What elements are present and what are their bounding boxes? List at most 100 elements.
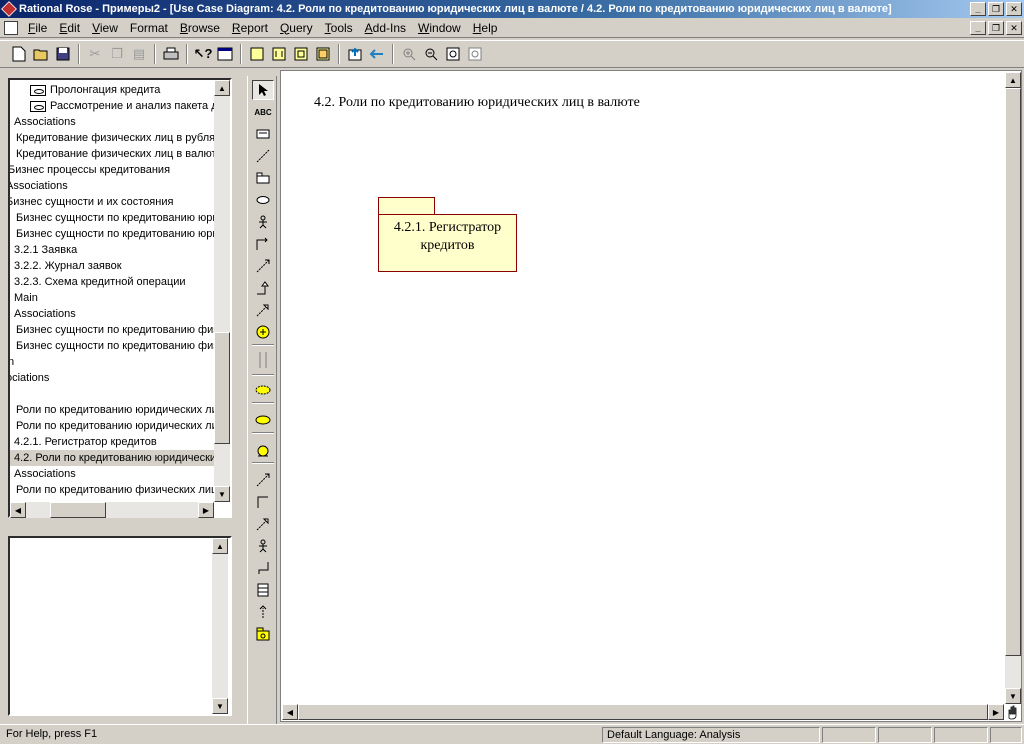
tree-item[interactable]: 4.2.1. Регистратор кредитов [14,434,157,450]
text-box-tool-icon[interactable]: ABC [252,102,274,122]
restore-button[interactable]: ❐ [988,2,1004,16]
flow-link-tool-icon[interactable] [252,558,274,578]
tree-item[interactable]: 3.2.3. Схема кредитной операции [14,274,186,290]
tree-horizontal-scrollbar[interactable]: ◀ ▶ [10,502,214,518]
menu-browse[interactable]: Browse [174,21,226,35]
business-use-case-realization-tool-icon[interactable] [252,380,274,400]
save-icon[interactable] [52,43,74,65]
undo-fit-icon[interactable] [464,43,486,65]
canvas-horizontal-scrollbar[interactable]: ◀ ▶ [282,704,1004,720]
note-tool-icon[interactable] [252,124,274,144]
cut-icon[interactable]: ✂ [84,43,106,65]
tree-item[interactable]: Роли по кредитованию физических лиц [16,482,217,498]
scroll-left-arrow-icon[interactable]: ◀ [10,502,26,518]
menu-report[interactable]: Report [226,21,274,35]
scroll-left-arrow-icon[interactable]: ◀ [282,704,298,720]
menu-file[interactable]: File [22,21,53,35]
print-icon[interactable] [160,43,182,65]
document-window-icon[interactable] [4,20,18,35]
menu-query[interactable]: Query [274,21,319,35]
dependency-tool-icon[interactable] [252,256,274,276]
package-element[interactable]: 4.2.1. Регистратор кредитов [378,214,517,272]
generalization-tool-icon[interactable] [252,278,274,298]
menu-tools[interactable]: Tools [319,21,359,35]
selection-tool-icon[interactable] [252,80,274,100]
fit-in-window-icon[interactable] [442,43,464,65]
context-help-icon[interactable]: ↖? [192,43,214,65]
tree-item[interactable]: Рассмотрение и анализ пакета д [30,98,218,114]
hand-pan-icon[interactable] [1005,704,1021,720]
view-doc-icon[interactable] [214,43,236,65]
menu-window[interactable]: Window [412,21,467,35]
package-tool-icon[interactable] [252,168,274,188]
close-button[interactable]: ✕ [1006,2,1022,16]
menu-add-ins[interactable]: Add-Ins [359,21,412,35]
canvas-vertical-scrollbar[interactable]: ▲ ▼ [1005,72,1021,704]
dotted-generalization-tool-icon[interactable] [252,514,274,534]
open-icon[interactable] [30,43,52,65]
class-tool-icon[interactable] [252,580,274,600]
use-case-tool-icon[interactable] [252,190,274,210]
business-dependency-tool-icon[interactable] [252,470,274,490]
tree-item[interactable]: Associations [14,466,76,482]
business-use-case-tool-icon[interactable] [252,410,274,430]
doc-vertical-scrollbar[interactable]: ▲ ▼ [212,538,228,714]
business-package-tool-icon[interactable] [252,624,274,644]
scroll-thumb[interactable] [50,502,106,518]
scroll-down-arrow-icon[interactable]: ▼ [212,698,228,714]
tree-item[interactable]: ociations [10,370,49,386]
tree-item[interactable]: n [10,354,14,370]
minimize-button[interactable]: _ [970,2,986,16]
swimlane-tool-icon[interactable] [252,350,274,370]
tree-item[interactable]: Бизнес процессы кредитования [10,162,170,178]
tree-item[interactable]: Кредитование физических лиц в валюте [16,146,223,162]
menu-help[interactable]: Help [467,21,504,35]
browser-tree[interactable]: Пролонгация кредита Рассмотрение и анализ… [8,78,232,518]
tree-item[interactable]: Роли по кредитованию юридических ли [16,402,218,418]
tree-item[interactable]: Бизнес сущности по кредитованию физ [16,322,218,338]
scroll-right-arrow-icon[interactable]: ▶ [988,704,1004,720]
copy-icon[interactable]: ❐ [106,43,128,65]
browse-parent-icon[interactable] [344,43,366,65]
doc-restore-button[interactable]: ❐ [988,21,1004,35]
tree-item[interactable]: 4.2. Роли по кредитованию юридически [10,450,216,466]
scroll-up-arrow-icon[interactable]: ▲ [212,538,228,554]
tree-item[interactable]: 3.2.1 Заявка [14,242,77,258]
tree-item[interactable]: Associations [14,306,76,322]
menu-view[interactable]: View [86,21,124,35]
scroll-right-arrow-icon[interactable]: ▶ [198,502,214,518]
tree-item[interactable]: Main [14,290,38,306]
browse-component-icon[interactable] [290,43,312,65]
diagram-title[interactable]: 4.2. Роли по кредитованию юридических ли… [314,95,640,111]
zoom-out-icon[interactable] [420,43,442,65]
tree-item[interactable]: Associations [14,114,76,130]
tree-item[interactable]: Пролонгация кредита [30,82,160,98]
paste-icon[interactable]: ▤ [128,43,150,65]
scroll-up-arrow-icon[interactable]: ▲ [214,80,230,96]
browse-deployment-icon[interactable] [312,43,334,65]
include-tool-icon[interactable] [252,602,274,622]
scroll-down-arrow-icon[interactable]: ▼ [1005,688,1021,704]
scroll-thumb[interactable] [298,704,988,720]
tree-item[interactable]: 3.2.2. Журнал заявок [14,258,122,274]
browse-class-icon[interactable] [246,43,268,65]
scroll-up-arrow-icon[interactable]: ▲ [1005,72,1021,88]
new-icon[interactable] [8,43,30,65]
documentation-pane[interactable] [8,536,232,716]
scroll-down-arrow-icon[interactable]: ▼ [214,486,230,502]
actor-tool-icon[interactable] [252,212,274,232]
browse-interaction-icon[interactable] [268,43,290,65]
zoom-in-icon[interactable] [398,43,420,65]
diagram-canvas[interactable]: 4.2. Роли по кредитованию юридических ли… [280,70,1022,722]
browse-previous-icon[interactable] [366,43,388,65]
menu-edit[interactable]: Edit [53,21,86,35]
anchor-note-tool-icon[interactable] [252,146,274,166]
tree-item[interactable]: Бизнес сущности по кредитованию физ [16,338,218,354]
tree-item[interactable]: Роли по кредитованию юридических ли [16,418,218,434]
doc-minimize-button[interactable]: _ [970,21,986,35]
tree-vertical-scrollbar[interactable]: ▲ ▼ [214,80,230,502]
tree-item[interactable]: Бизнес сущности и их состояния [10,194,173,210]
package-tab[interactable] [378,197,435,215]
tree-item[interactable]: Кредитование физических лиц в рублях [16,130,221,146]
tree-item[interactable]: Бизнес сущности по кредитованию юри [16,226,219,242]
